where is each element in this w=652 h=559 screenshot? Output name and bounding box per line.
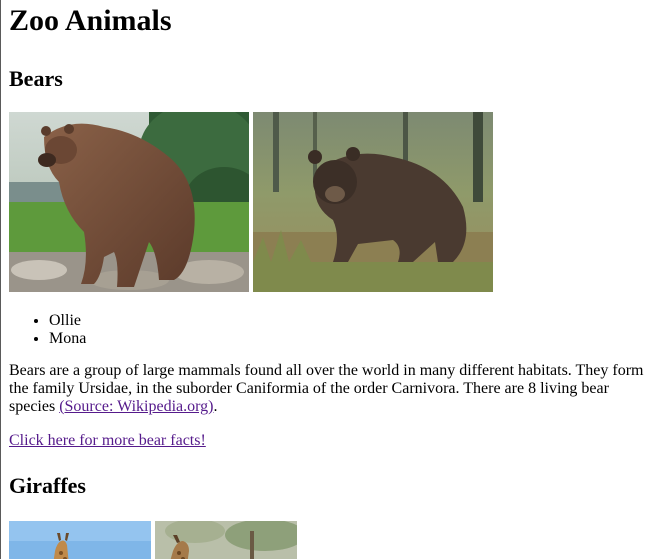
page-content: Zoo Animals Bears • Ollie • Mona Bears a… [1, 0, 652, 559]
list-item: Ollie [49, 312, 652, 330]
bear-photo-standing [9, 112, 249, 292]
giraffes-heading: Giraffes [9, 473, 86, 498]
bear-name-list: Ollie Mona [9, 312, 652, 348]
giraffe-photo-sky [9, 521, 151, 559]
more-bear-facts-link[interactable]: Click here for more bear facts! [9, 432, 206, 449]
bears-photo-row [9, 112, 652, 292]
giraffe-photo-trees [155, 521, 297, 559]
page-title: Zoo Animals [9, 4, 172, 37]
bears-description: Bears are a group of large mammals found… [9, 362, 649, 416]
giraffes-photo-row [9, 521, 652, 559]
bears-heading: Bears [9, 66, 63, 91]
list-item: Mona [49, 330, 652, 348]
bear-photo-grass [253, 112, 493, 292]
bears-description-end: . [213, 398, 218, 415]
wikipedia-source-link[interactable]: (Source: Wikipedia.org) [59, 398, 213, 415]
